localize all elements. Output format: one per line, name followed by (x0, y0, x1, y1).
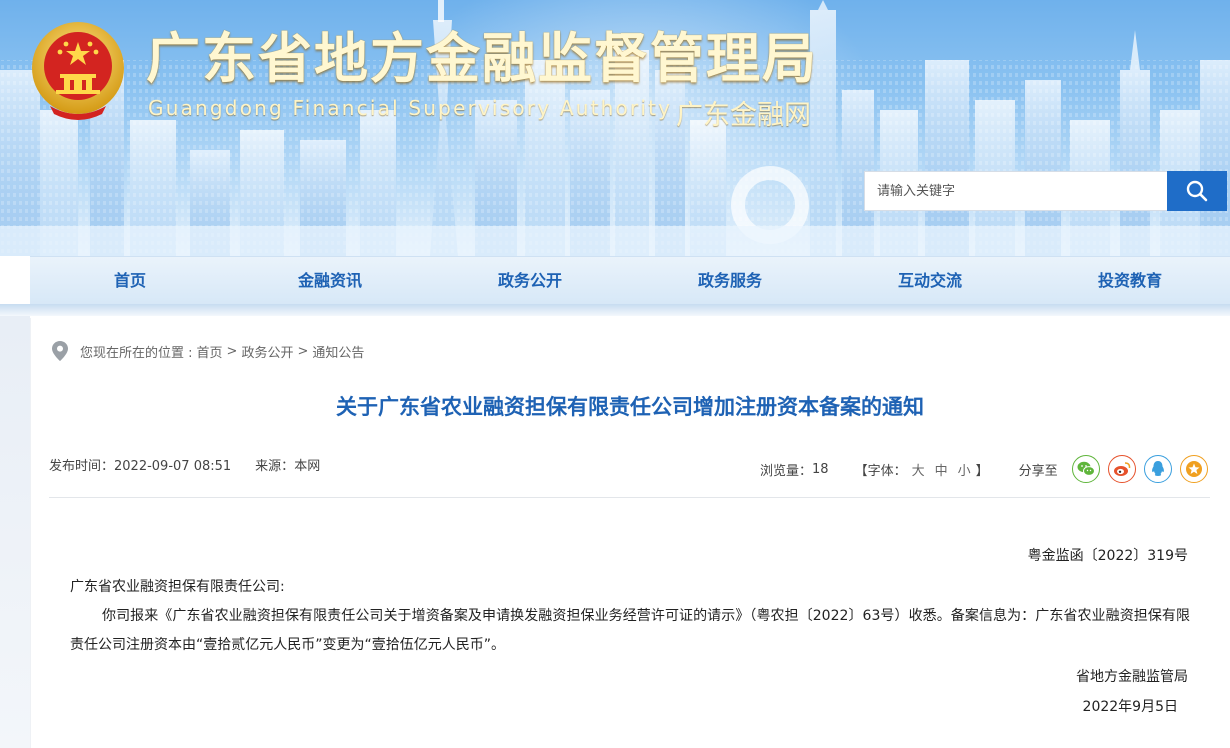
national-emblem-icon (32, 22, 124, 120)
font-label-close: 】 (975, 463, 989, 479)
location-pin-icon (52, 341, 68, 361)
search-button[interactable] (1167, 171, 1227, 211)
nav-item-government-services[interactable]: 政务服务 (630, 257, 830, 304)
addressee: 广东省农业融资担保有限责任公司: (70, 579, 285, 595)
sign-date: 2022年9月5日 (1082, 699, 1178, 715)
publish-time: 2022-09-07 08:51 (114, 459, 232, 474)
nav-item-investor-education[interactable]: 投资教育 (1030, 257, 1230, 304)
site-title-en: Guangdong Financial Supervisory Authorit… (148, 96, 673, 120)
site-title-cn: 广东省地方金融监督管理局 (146, 27, 818, 90)
breadcrumb-government-affairs[interactable]: 政务公开 (241, 342, 293, 361)
font-large-button[interactable]: 大 (912, 464, 925, 479)
article-tools: 浏览量： 18 【字体： 大中小】 分享至 (760, 455, 1208, 483)
views-count: 18 (812, 461, 829, 477)
breadcrumb: 您现在所在的位置 : 首页 > 政务公开 > 通知公告 (52, 341, 368, 361)
breadcrumb-notices[interactable]: 通知公告 (312, 342, 364, 361)
main-nav: 首页 金融资讯 政务公开 政务服务 互动交流 投资教育 (30, 256, 1230, 304)
nav-item-home[interactable]: 首页 (30, 257, 230, 304)
source-value: 本网 (294, 459, 321, 474)
page-side-background (0, 316, 30, 748)
weibo-icon (1113, 462, 1130, 476)
wechat-icon (1077, 461, 1095, 476)
nav-item-government-affairs[interactable]: 政务公开 (430, 257, 630, 304)
breadcrumb-separator: > (297, 343, 309, 359)
article-body: 你司报来《广东省农业融资担保有限责任公司关于增资备案及申请换发融资担保业务经营许… (70, 608, 1190, 653)
favorite-star-icon (1185, 461, 1202, 477)
share-label: 分享至 (1018, 463, 1058, 479)
source-label: 来源： (255, 459, 295, 474)
qq-icon (1151, 461, 1164, 476)
article-title: 关于广东省农业融资担保有限责任公司增加注册资本备案的通知 (336, 395, 924, 419)
share-qq-button[interactable] (1143, 455, 1172, 483)
header-banner: 广东省地方金融监督管理局 Guangdong Financial Supervi… (0, 0, 1230, 256)
publish-time-label: 发布时间： (49, 459, 115, 474)
signer: 省地方金融监管局 (1076, 669, 1188, 685)
breadcrumb-home[interactable]: 首页 (197, 342, 223, 361)
font-medium-button[interactable]: 中 (935, 464, 948, 479)
share-favorite-button[interactable] (1179, 455, 1208, 483)
breadcrumb-prefix: 您现在所在的位置 : (80, 345, 193, 361)
font-label: 【字体： (854, 463, 907, 479)
document-number: 粤金监函〔2022〕319号 (1027, 548, 1188, 564)
site-name-cn: 广东金融网 (676, 100, 811, 131)
meta-divider (49, 497, 1210, 498)
magnifier-icon (1186, 180, 1208, 202)
share-icons (1071, 455, 1208, 483)
article-meta: 发布时间：2022-09-07 08:51 来源：本网 (49, 455, 320, 474)
font-size-control: 【字体： 大中小】 (855, 460, 989, 479)
share-wechat-button[interactable] (1071, 455, 1100, 483)
article-panel (30, 318, 1230, 748)
share-weibo-button[interactable] (1107, 455, 1136, 483)
font-small-button[interactable]: 小 (958, 464, 971, 479)
breadcrumb-separator: > (226, 343, 238, 359)
views-label: 浏览量： (760, 463, 813, 479)
nav-shadow (0, 304, 1230, 316)
search-box (864, 171, 1227, 211)
search-input[interactable] (864, 171, 1167, 211)
nav-item-finance-news[interactable]: 金融资讯 (230, 257, 430, 304)
nav-item-interaction[interactable]: 互动交流 (830, 257, 1030, 304)
